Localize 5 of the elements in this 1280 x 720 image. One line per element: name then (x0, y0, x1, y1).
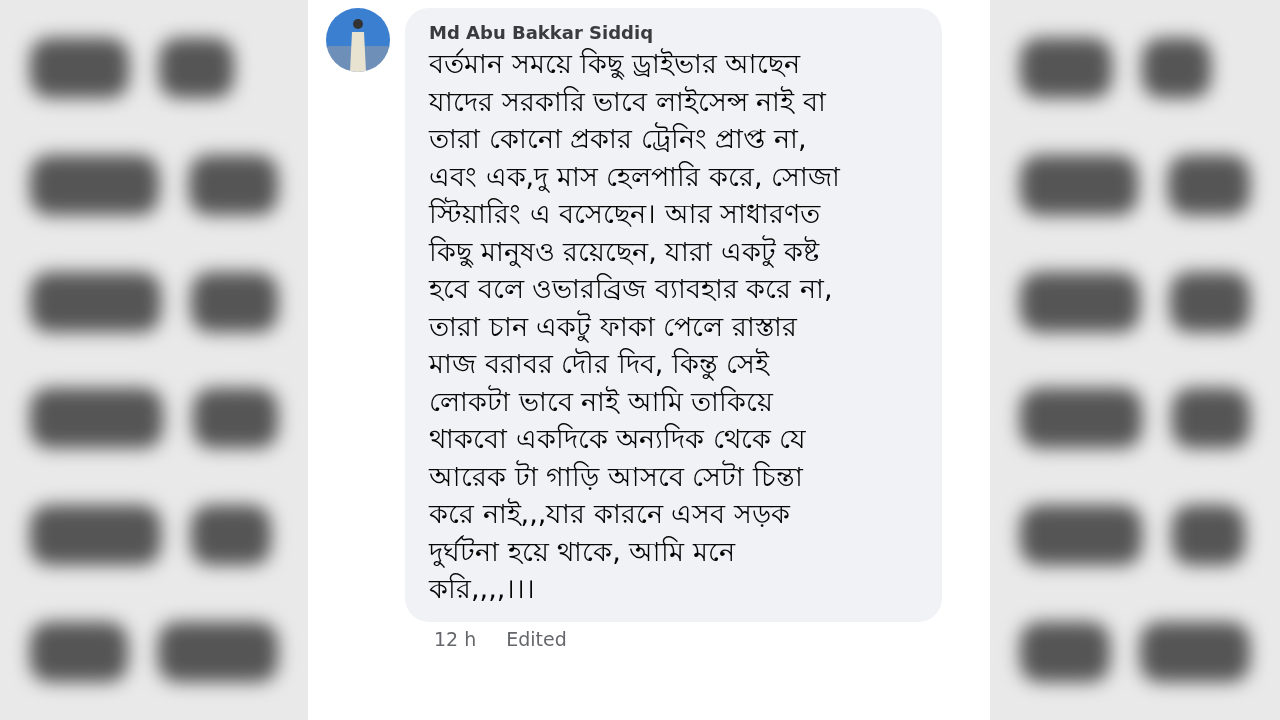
avatar-icon[interactable] (326, 8, 390, 72)
edited-label: Edited (506, 627, 567, 650)
author-name[interactable]: Md Abu Bakkar Siddiq (429, 22, 653, 43)
comment-text: বর্তমান সময়ে কিছু ড্রাইভার আছেন যাদের সরকারি ভাবে লাইসেন্স নাই বা তারা কোনো প্রকার ট্রেনিং প্রাপ্ত না, এবং এক,দু মাস হেলপারি করে, সোজা স্টিয়ারিং এ বসেছেন। আর সাধারণত কিছু মানুষও রয়েছেন, যারা একটু কষ্ট হবে বলে ওভারব্রিজ ব্যাবহার করে না, তারা চান একটু ফাকা পেলে রাস্তার মাজ বরাবর দৌর দিব, কিন্তু সেই লোকটা ভাবে নাই আমি তাকিয়ে থাকবো একদিকে অন্যদিক থেকে যে আরেক টা গাড়ি আসবে সেটা চিন্তা করে নাই,,,যার কারনে এসব সড়ক দুর্ঘটনা হয়ে থাকে, আমি মনে করি,,,,।।। (429, 47, 842, 606)
timestamp-link[interactable]: 12 h (434, 627, 477, 650)
